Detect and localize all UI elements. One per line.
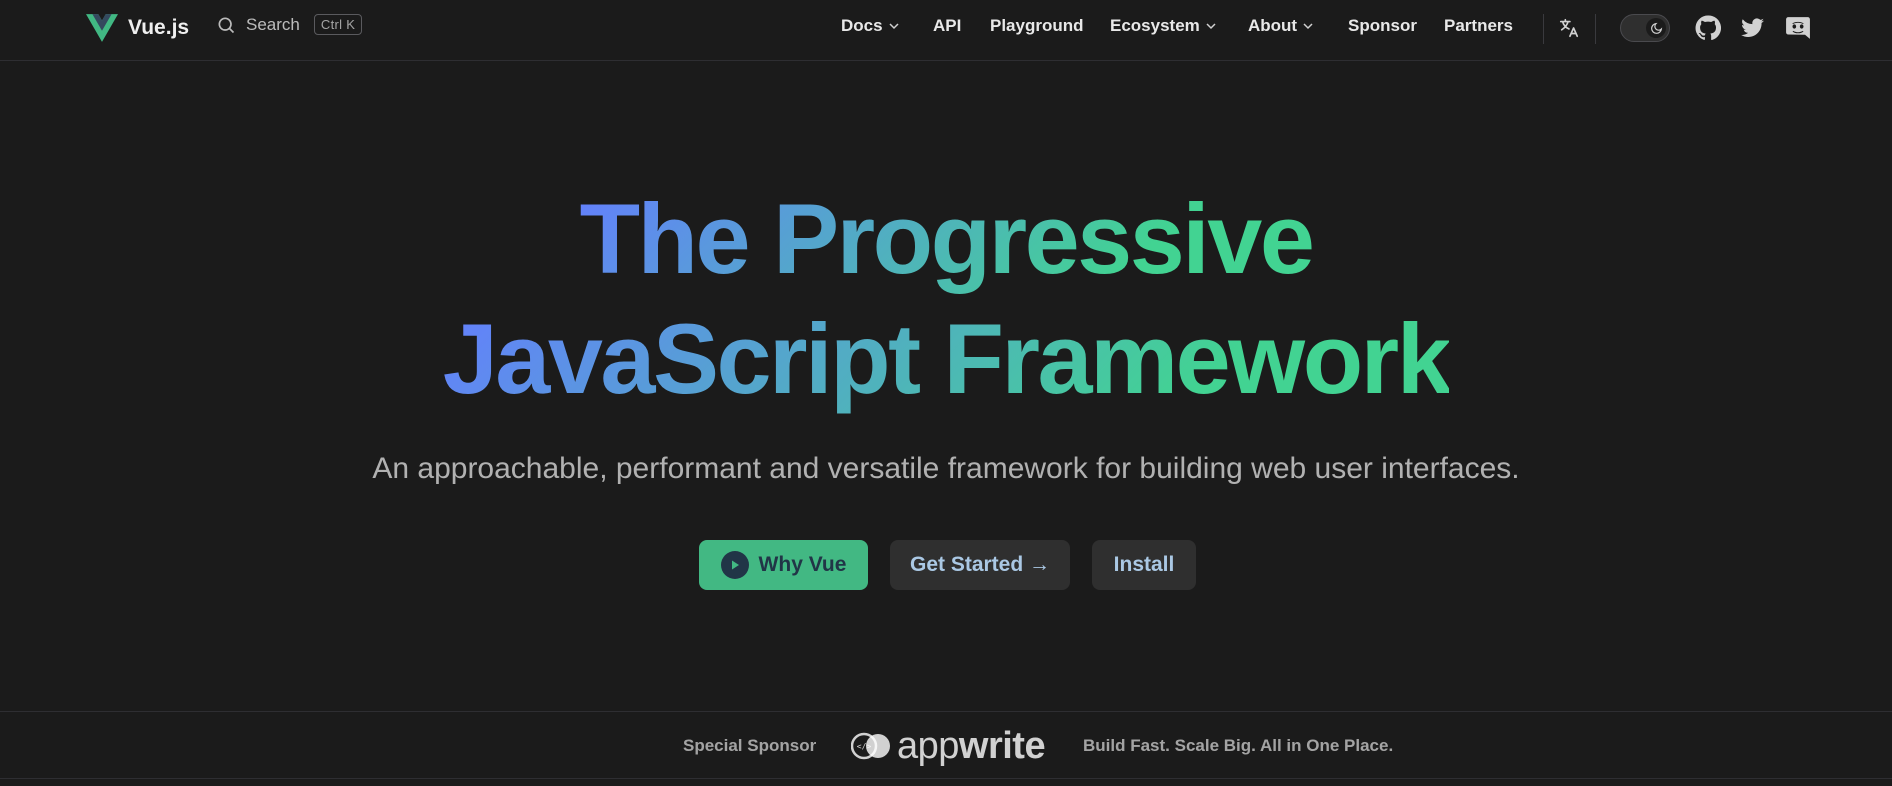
get-started-label: Get Started → [909,553,1051,576]
chevron-down-icon [889,23,899,30]
search-button[interactable]: Search Ctrl K [216,14,363,35]
nav-item-docs[interactable]: Docs [841,16,899,36]
hero-actions: Why Vue Get Started → Install [0,540,1892,592]
brand-link[interactable]: Vue.js [86,13,189,43]
appwrite-logo[interactable]: </> appwrite [851,724,1046,767]
nav-item-label: Playground [990,16,1084,35]
svg-text:</>: </> [857,742,872,751]
appwrite-logo-icon: </> [851,732,890,760]
install-label: Install [1113,553,1175,576]
nav-item-label: Docs [841,16,883,35]
nav-item-label: Ecosystem [1110,16,1200,35]
search-label: Search [246,14,300,34]
translate-icon[interactable] [1554,13,1584,43]
nav-item-label: API [933,16,962,35]
why-vue-label: Why Vue [758,553,847,576]
hero-title-line-1: The Progressive [0,180,1892,298]
top-nav: Vue.js Search Ctrl K Docs API Playground… [0,0,1892,61]
moon-icon [1646,18,1666,38]
search-icon [218,17,235,33]
nav-divider [1595,14,1596,44]
why-vue-button[interactable]: Why Vue [699,540,868,590]
nav-item-sponsor[interactable]: Sponsor [1348,16,1417,36]
chevron-down-icon [1206,23,1216,30]
nav-item-about[interactable]: About [1248,16,1313,36]
special-sponsor-bar: Special Sponsor </> appwrite Build Fast.… [0,711,1892,779]
search-shortcut-key: Ctrl K [313,14,363,35]
discord-icon[interactable] [1783,13,1813,43]
sponsor-label: Special Sponsor [683,736,817,755]
nav-item-playground[interactable]: Playground [990,16,1084,36]
nav-item-partners[interactable]: Partners [1444,16,1513,36]
github-icon[interactable] [1693,13,1723,43]
install-button[interactable]: Install [1092,540,1196,590]
hero-title-line-2: JavaScript Framework [0,300,1892,418]
hero-tagline: An approachable, performant and versatil… [372,452,1520,485]
appwrite-wordmark: appwrite [897,724,1046,767]
play-icon [720,551,749,579]
nav-item-ecosystem[interactable]: Ecosystem [1110,16,1216,36]
brand-name: Vue.js [128,16,190,39]
nav-divider [1543,14,1544,44]
nav-item-label: Partners [1444,16,1513,35]
get-started-button[interactable]: Get Started → [890,540,1070,590]
theme-toggle[interactable] [1620,14,1670,42]
vue-logo-icon [86,14,118,42]
hero-title-text: The Progressive [580,180,1315,298]
chevron-down-icon [1303,23,1313,30]
sponsor-tagline: Build Fast. Scale Big. All in One Place. [1083,736,1394,755]
nav-item-api[interactable]: API [933,16,961,36]
nav-item-label: About [1248,16,1298,35]
hero-title-text: JavaScript Framework [443,300,1452,418]
nav-item-label: Sponsor [1348,16,1417,35]
twitter-icon[interactable] [1738,13,1768,43]
